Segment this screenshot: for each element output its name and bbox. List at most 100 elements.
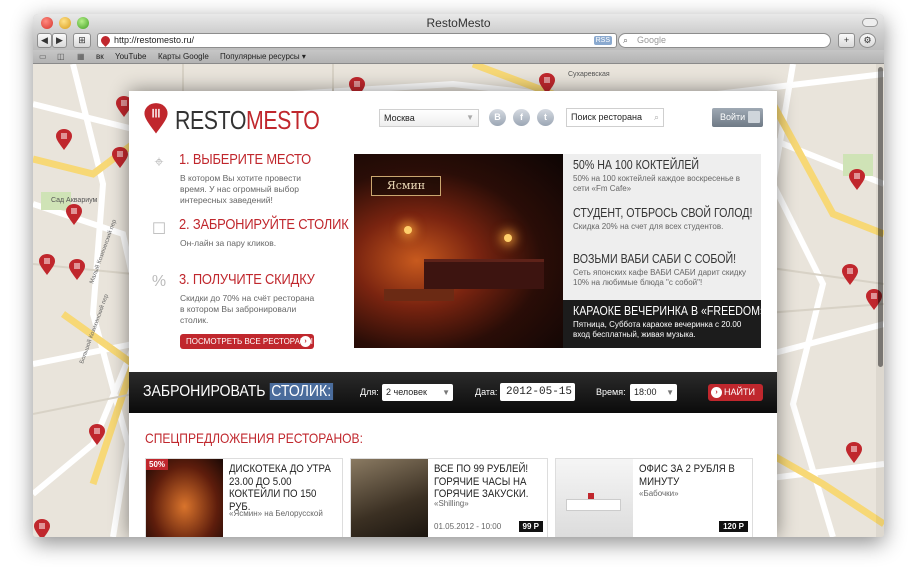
site-logo[interactable]: RESTOMESTO bbox=[143, 103, 320, 137]
address-bar[interactable]: http://restomesto.ru/ RSS bbox=[97, 33, 617, 48]
guests-select[interactable]: 2 человек ▼ bbox=[382, 384, 453, 401]
map-pin-icon[interactable] bbox=[848, 169, 866, 191]
promo-item[interactable]: СТУДЕНТ, ОТБРОСЬ СВОЙ ГОЛОД! Скидка 20% … bbox=[563, 206, 761, 246]
touch-phone-icon: ☐ bbox=[151, 221, 167, 238]
browser-search-placeholder: Google bbox=[637, 35, 667, 45]
price-badge: 120 Р bbox=[719, 521, 748, 532]
login-label: Войти bbox=[720, 112, 746, 122]
map-pin-icon[interactable] bbox=[111, 147, 129, 169]
settings-gear-icon[interactable]: ⚙ bbox=[859, 33, 876, 48]
promo-sofa bbox=[424, 259, 544, 289]
city-value: Москва bbox=[384, 113, 415, 123]
offer-card[interactable]: ВСЕ ПО 99 РУБЛЕЙ! ГОРЯЧИЕ ЧАСЫ НА ГОРЯЧИ… bbox=[350, 458, 548, 537]
rss-button[interactable]: RSS bbox=[593, 36, 612, 45]
user-icon bbox=[748, 111, 760, 123]
map-pin-icon[interactable] bbox=[65, 204, 83, 226]
date-input[interactable]: 2012-05-15 bbox=[500, 383, 575, 401]
map-pin-icon[interactable] bbox=[55, 129, 73, 151]
browser-toolbar: ◀ ▶ ⊞ http://restomesto.ru/ RSS ⌕ Google… bbox=[33, 32, 884, 50]
new-tab-button[interactable]: + bbox=[838, 33, 855, 48]
promo-item-title: 50% НА 100 КОКТЕЙЛЕЙ bbox=[573, 158, 700, 172]
minimize-window-button[interactable] bbox=[59, 17, 71, 29]
booking-bar: ЗАБРОНИРОВАТЬ СТОЛИК: Для: 2 человек ▼ Д… bbox=[129, 372, 777, 413]
map-pin-icon[interactable] bbox=[38, 254, 56, 276]
guests-value: 2 человек bbox=[386, 387, 427, 397]
time-select[interactable]: 18:00 ▼ bbox=[630, 384, 677, 401]
reading-list-icon[interactable]: ◫ bbox=[57, 50, 65, 64]
browser-window: RestoMesto ◀ ▶ ⊞ http://restomesto.ru/ R… bbox=[33, 14, 884, 537]
bookmark-popular[interactable]: Популярные ресурсы ▾ bbox=[220, 50, 306, 64]
offer-venue: «Ясмин» на Белорусской bbox=[229, 509, 323, 518]
find-button[interactable]: › НАЙТИ bbox=[708, 384, 763, 401]
twitter-icon[interactable]: t bbox=[537, 109, 554, 126]
offer-date: 01.05.2012 - 10:00 bbox=[434, 522, 502, 531]
promo-item[interactable]: 50% НА 100 КОКТЕЙЛЕЙ 50% на 100 коктейле… bbox=[563, 158, 761, 202]
restaurant-search-placeholder: Поиск ресторана bbox=[571, 112, 642, 122]
top-sites-icon[interactable]: ▦ bbox=[77, 50, 85, 64]
promo-list: 50% НА 100 КОКТЕЙЛЕЙ 50% на 100 коктейле… bbox=[563, 154, 761, 348]
site-favicon-icon bbox=[99, 34, 112, 47]
find-label: НАЙТИ bbox=[724, 387, 755, 397]
city-select[interactable]: Москва ▼ bbox=[379, 109, 479, 127]
percent-icon: % bbox=[151, 273, 167, 290]
promo-item[interactable]: ВОЗЬМИ ВАБИ САБИ С СОБОЙ! Сеть японских … bbox=[563, 252, 761, 298]
logo-text: RESTOMESTO bbox=[175, 105, 320, 135]
chevron-down-icon: ▼ bbox=[442, 388, 450, 397]
offer-title: ОФИС ЗА 2 РУБЛЯ В МИНУТУ bbox=[639, 463, 735, 488]
step-1-text: В котором Вы хотите провести время. У на… bbox=[180, 173, 302, 205]
login-button[interactable]: Войти bbox=[712, 108, 763, 127]
step-1-title: 1. ВЫБЕРИТЕ МЕСТО bbox=[179, 151, 312, 168]
date-label: Дата: bbox=[475, 387, 498, 397]
promo-item-title: ВОЗЬМИ ВАБИ САБИ С СОБОЙ! bbox=[573, 252, 737, 266]
chevron-down-icon: ▼ bbox=[666, 388, 674, 397]
offer-card[interactable]: 50% ДИСКОТЕКА ДО УТРА 23.00 ДО 5.00 КОКТ… bbox=[145, 458, 343, 537]
bookmark-vk[interactable]: вк bbox=[96, 50, 104, 64]
arrow-right-icon: › bbox=[711, 387, 722, 398]
promo-photo[interactable]: Ясмин bbox=[354, 154, 563, 348]
all-restaurants-label: ПОСМОТРЕТЬ ВСЕ РЕСТОРАНЫ bbox=[186, 337, 313, 346]
offer-image: 50% bbox=[146, 459, 223, 537]
bookmark-add-button[interactable]: ⊞ bbox=[73, 33, 91, 48]
chevron-down-icon: ▼ bbox=[466, 113, 474, 122]
time-value: 18:00 bbox=[634, 387, 657, 397]
promo-item-active[interactable]: КАРАОКЕ ВЕЧЕРИНКА В «FREEDOM» Пятница, С… bbox=[563, 300, 761, 348]
main-panel: RESTOMESTO Москва ▼ B f t Поиск ресторан… bbox=[129, 91, 777, 537]
promo-item-text: 50% на 100 коктейлей каждое воскресенье … bbox=[573, 174, 741, 193]
map-pin-icon[interactable] bbox=[845, 442, 863, 464]
promo-item-text: Скидка 20% на счет для всех студентов. bbox=[573, 222, 724, 231]
promo-table bbox=[384, 289, 454, 301]
bookmark-youtube[interactable]: YouTube bbox=[115, 50, 146, 64]
browser-search-input[interactable]: ⌕ Google bbox=[618, 33, 831, 48]
window-titlebar: RestoMesto bbox=[33, 14, 884, 32]
show-all-bookmarks-icon[interactable]: ▭ bbox=[39, 50, 47, 64]
map-label-sad: Сад Аквариум bbox=[51, 197, 98, 204]
facebook-icon[interactable]: f bbox=[513, 109, 530, 126]
bookmarks-bar: ▭ ◫ ▦ вк YouTube Карты Google Популярные… bbox=[33, 50, 884, 64]
forward-button[interactable]: ▶ bbox=[52, 33, 67, 48]
offer-image bbox=[556, 459, 633, 537]
zoom-window-button[interactable] bbox=[77, 17, 89, 29]
address-text: http://restomesto.ru/ bbox=[114, 35, 195, 45]
close-window-button[interactable] bbox=[41, 17, 53, 29]
price-badge: 99 Р bbox=[518, 521, 543, 532]
page-viewport: Сад Аквариум Сухаревская Малый Козихинск… bbox=[33, 64, 884, 537]
scroll-thumb[interactable] bbox=[878, 67, 883, 367]
page-scrollbar[interactable] bbox=[876, 64, 884, 537]
back-button[interactable]: ◀ bbox=[37, 33, 52, 48]
toolbar-toggle-button[interactable] bbox=[862, 18, 878, 27]
promo-item-text: Пятница, Суббота караоке вечеринка с 20.… bbox=[573, 320, 742, 339]
map-pin-icon[interactable] bbox=[88, 424, 106, 446]
lamp-light bbox=[404, 226, 412, 234]
window-title: RestoMesto bbox=[426, 16, 491, 30]
offer-title: ДИСКОТЕКА ДО УТРА 23.00 ДО 5.00 КОКТЕЙЛИ… bbox=[229, 463, 331, 513]
bookmark-google-maps[interactable]: Карты Google bbox=[158, 50, 209, 64]
all-restaurants-button[interactable]: ПОСМОТРЕТЬ ВСЕ РЕСТОРАНЫ › bbox=[180, 334, 314, 349]
offer-venue: «Shilling» bbox=[434, 499, 469, 508]
offer-card[interactable]: ОФИС ЗА 2 РУБЛЯ В МИНУТУ «Бабочки» 120 Р bbox=[555, 458, 753, 537]
map-pin-icon[interactable] bbox=[68, 259, 86, 281]
map-pin-icon[interactable] bbox=[841, 264, 859, 286]
restaurant-search-input[interactable]: Поиск ресторана ⌕ bbox=[566, 108, 664, 127]
map-pin-icon[interactable] bbox=[33, 519, 51, 537]
vk-icon[interactable]: B bbox=[489, 109, 506, 126]
offer-image-detail bbox=[566, 499, 621, 511]
